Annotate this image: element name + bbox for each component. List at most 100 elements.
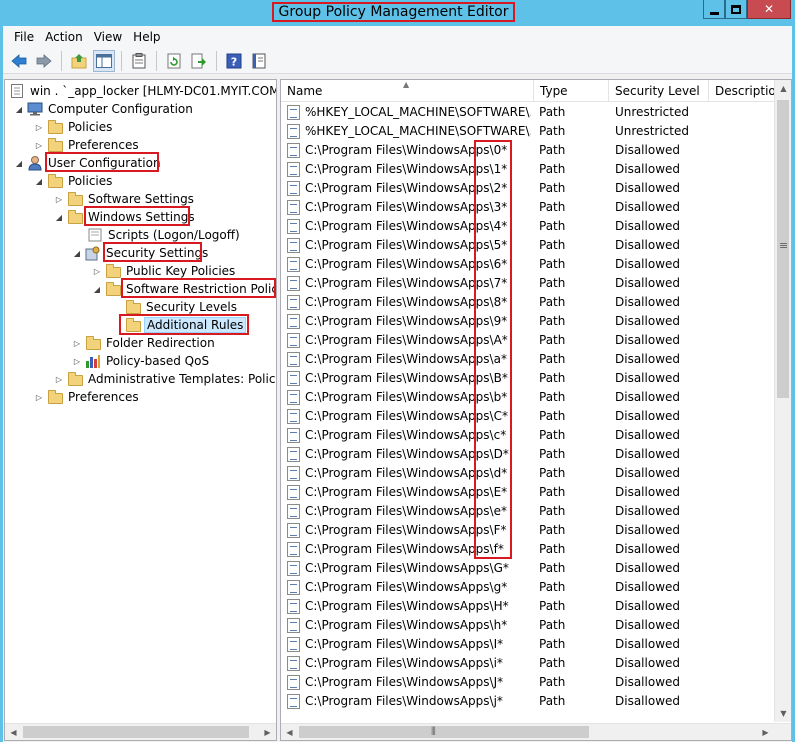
table-row[interactable]: C:\Program Files\WindowsApps\2* Path Disal…: [281, 179, 777, 198]
scroll-up-icon[interactable]: ▲: [775, 80, 791, 97]
expand-arrow-icon[interactable]: ▷: [91, 265, 103, 277]
tree-item-additional-rules[interactable]: Additional Rules: [123, 316, 247, 334]
table-row[interactable]: C:\Program Files\WindowsApps\I* Path Disal…: [281, 635, 777, 654]
collapse-arrow-icon[interactable]: ◢: [13, 103, 25, 115]
tree-item-uc-preferences[interactable]: ▷ Preferences: [33, 388, 141, 406]
collapse-arrow-icon[interactable]: ◢: [91, 283, 103, 295]
table-row[interactable]: C:\Program Files\WindowsApps\A* Path Disal…: [281, 331, 777, 350]
scroll-left-icon[interactable]: ◀: [5, 724, 22, 740]
up-one-level-button[interactable]: [68, 50, 90, 72]
list-vertical-scrollbar[interactable]: ▲ ≡ ▼: [774, 80, 791, 722]
table-row[interactable]: C:\Program Files\WindowsApps\C* Path Disal…: [281, 407, 777, 426]
scroll-left-icon[interactable]: ◀: [281, 724, 298, 740]
list-horizontal-scrollbar[interactable]: ◀ ⦀ ▶: [281, 723, 791, 740]
maximize-button[interactable]: [725, 0, 747, 19]
expand-arrow-icon[interactable]: ▷: [33, 139, 45, 151]
title-bar[interactable]: Group Policy Management Editor ✕: [0, 0, 795, 26]
table-row[interactable]: C:\Program Files\WindowsApps\G* Path Disal…: [281, 559, 777, 578]
cell-name: C:\Program Files\WindowsApps\G*: [305, 561, 509, 575]
table-row[interactable]: C:\Program Files\WindowsApps\D* Path Disal…: [281, 445, 777, 464]
column-header-description[interactable]: Description: [709, 80, 777, 102]
scroll-right-icon[interactable]: ▶: [757, 724, 774, 740]
expand-arrow-icon[interactable]: ▷: [53, 193, 65, 205]
tree-item-software-restriction-policies[interactable]: ◢ Software Restriction Policies: [91, 280, 276, 298]
table-row[interactable]: C:\Program Files\WindowsApps\b* Path Disal…: [281, 388, 777, 407]
column-header-name[interactable]: Name ▲: [281, 80, 534, 102]
table-row[interactable]: C:\Program Files\WindowsApps\5* Path Disal…: [281, 236, 777, 255]
table-row[interactable]: C:\Program Files\WindowsApps\e* Path Disal…: [281, 502, 777, 521]
scroll-right-icon[interactable]: ▶: [259, 724, 276, 740]
minimize-button[interactable]: [703, 0, 725, 19]
tree-item-root[interactable]: win . `_app_locker [HLMY-DC01.MYIT.COM.T…: [7, 82, 276, 100]
tree-item-administrative-templates[interactable]: ▷ Administrative Templates: Policy defin…: [53, 370, 276, 388]
menu-file[interactable]: File: [11, 30, 42, 44]
table-row[interactable]: C:\Program Files\WindowsApps\4* Path Disal…: [281, 217, 777, 236]
refresh-button[interactable]: [163, 50, 185, 72]
scroll-down-icon[interactable]: ▼: [775, 705, 791, 722]
menu-action[interactable]: Action: [42, 30, 91, 44]
table-row[interactable]: C:\Program Files\WindowsApps\1* Path Disal…: [281, 160, 777, 179]
table-row[interactable]: C:\Program Files\WindowsApps\f* Path Disal…: [281, 540, 777, 559]
forward-button[interactable]: [33, 50, 55, 72]
help-topics-button[interactable]: [248, 50, 270, 72]
table-row[interactable]: C:\Program Files\WindowsApps\6* Path Disal…: [281, 255, 777, 274]
table-row[interactable]: C:\Program Files\WindowsApps\E* Path Disal…: [281, 483, 777, 502]
tree-item-public-key-policies[interactable]: ▷ Public Key Policies: [91, 262, 237, 280]
tree-hscroll-thumb[interactable]: [23, 726, 249, 738]
table-row[interactable]: C:\Program Files\WindowsApps\B* Path Disal…: [281, 369, 777, 388]
tree-item-security-levels[interactable]: Security Levels: [123, 298, 239, 316]
help-button[interactable]: ?: [223, 50, 245, 72]
back-button[interactable]: [8, 50, 30, 72]
collapse-arrow-icon[interactable]: ◢: [71, 247, 83, 259]
table-row[interactable]: C:\Program Files\WindowsApps\7* Path Disal…: [281, 274, 777, 293]
expand-arrow-icon[interactable]: ▷: [33, 391, 45, 403]
tree-item-cc-preferences[interactable]: ▷ Preferences: [33, 136, 141, 154]
column-header-type[interactable]: Type: [534, 80, 609, 102]
tree-item-uc-policies[interactable]: ◢ Policies: [33, 172, 114, 190]
show-hide-console-tree-button[interactable]: [93, 49, 115, 72]
table-row[interactable]: C:\Program Files\WindowsApps\J* Path Disal…: [281, 673, 777, 692]
table-row[interactable]: C:\Program Files\WindowsApps\0* Path Disal…: [281, 141, 777, 160]
table-row[interactable]: %HKEY_LOCAL_MACHINE\SOFTWARE\... Path Unre…: [281, 122, 777, 141]
table-row[interactable]: C:\Program Files\WindowsApps\9* Path Disal…: [281, 312, 777, 331]
details-pane[interactable]: Name ▲ Type Security Level Description %…: [280, 79, 792, 741]
tree-item-windows-settings[interactable]: ◢ Windows Settings: [53, 208, 197, 226]
tree-horizontal-scrollbar[interactable]: ◀ ▶: [5, 723, 276, 740]
expand-arrow-icon[interactable]: ▷: [53, 373, 65, 385]
cell-type: Path: [539, 409, 566, 423]
collapse-arrow-icon[interactable]: ◢: [13, 157, 25, 169]
table-row[interactable]: C:\Program Files\WindowsApps\c* Path Disal…: [281, 426, 777, 445]
collapse-arrow-icon[interactable]: ◢: [53, 211, 65, 223]
table-row[interactable]: C:\Program Files\WindowsApps\g* Path Disal…: [281, 578, 777, 597]
close-button[interactable]: ✕: [747, 0, 791, 19]
expand-arrow-icon[interactable]: ▷: [71, 355, 83, 367]
table-row[interactable]: C:\Program Files\WindowsApps\F* Path Disal…: [281, 521, 777, 540]
table-row[interactable]: %HKEY_LOCAL_MACHINE\SOFTWARE\... Path Unre…: [281, 103, 777, 122]
tree-item-software-settings[interactable]: ▷ Software Settings: [53, 190, 196, 208]
list-hscroll-thumb[interactable]: [299, 726, 589, 738]
tree-item-folder-redirection[interactable]: ▷ Folder Redirection: [71, 334, 217, 352]
tree-item-computer-configuration[interactable]: ◢ Computer Configuration: [13, 100, 195, 118]
table-row[interactable]: C:\Program Files\WindowsApps\H* Path Disal…: [281, 597, 777, 616]
table-row[interactable]: C:\Program Files\WindowsApps\i* Path Disal…: [281, 654, 777, 673]
properties-button[interactable]: [128, 50, 150, 72]
expand-arrow-icon[interactable]: ▷: [33, 121, 45, 133]
column-header-security-level[interactable]: Security Level: [609, 80, 709, 102]
table-row[interactable]: C:\Program Files\WindowsApps\3* Path Disal…: [281, 198, 777, 217]
table-row[interactable]: C:\Program Files\WindowsApps\8* Path Disal…: [281, 293, 777, 312]
menu-help[interactable]: Help: [130, 30, 168, 44]
tree-item-cc-policies[interactable]: ▷ Policies: [33, 118, 114, 136]
console-tree[interactable]: win . `_app_locker [HLMY-DC01.MYIT.COM.T…: [4, 79, 277, 741]
tree-item-user-configuration[interactable]: ◢ User Configuration: [13, 154, 163, 172]
table-row[interactable]: C:\Program Files\WindowsApps\j* Path Disal…: [281, 692, 777, 711]
tree-item-security-settings[interactable]: ◢ Security Settings: [71, 244, 210, 262]
tree-item-policy-based-qos[interactable]: ▷ Policy-based QoS: [71, 352, 211, 370]
tree-item-scripts[interactable]: Scripts (Logon/Logoff): [85, 226, 242, 244]
menu-view[interactable]: View: [91, 30, 130, 44]
expand-arrow-icon[interactable]: ▷: [71, 337, 83, 349]
table-row[interactable]: C:\Program Files\WindowsApps\h* Path Disal…: [281, 616, 777, 635]
table-row[interactable]: C:\Program Files\WindowsApps\a* Path Disal…: [281, 350, 777, 369]
table-row[interactable]: C:\Program Files\WindowsApps\d* Path Disal…: [281, 464, 777, 483]
collapse-arrow-icon[interactable]: ◢: [33, 175, 45, 187]
export-list-button[interactable]: [188, 50, 210, 72]
